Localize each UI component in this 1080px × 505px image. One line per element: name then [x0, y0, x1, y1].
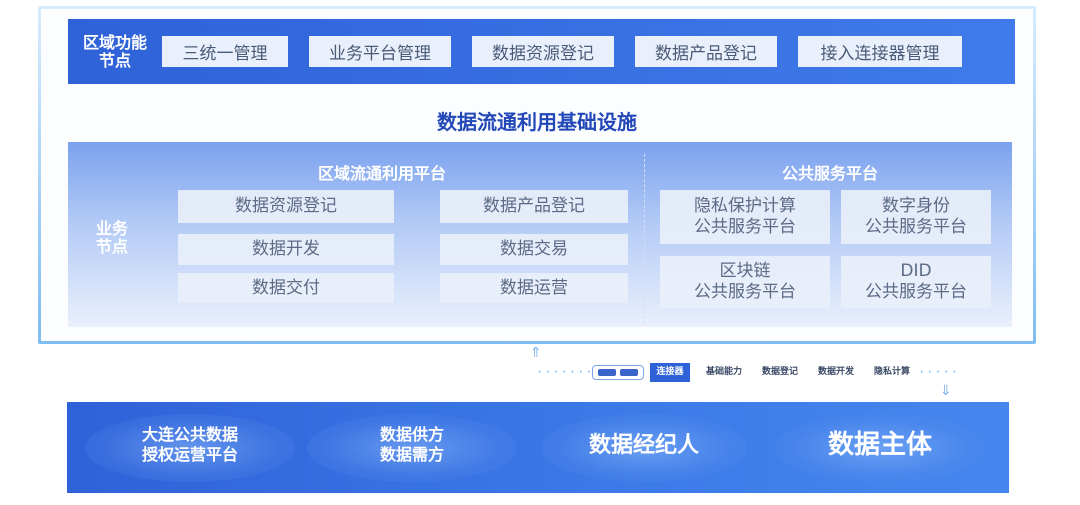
tag-data-registration: 数据登记 — [761, 367, 798, 377]
participant-data-supplier-demander: 数据供方 数据需方 — [379, 425, 444, 464]
region-item-business-platform: 业务平台管理 — [309, 36, 451, 67]
section-divider — [644, 154, 645, 324]
region-node-label: 区域功能 节点 — [82, 32, 147, 70]
tag-connector: 连接器 — [650, 363, 690, 382]
region-item-data-product-registration: 数据产品登记 — [635, 36, 777, 67]
cell-blockchain-platform: 区块链 公共服务平台 — [660, 256, 830, 308]
cell-privacy-computing-platform: 隐私保护计算 公共服务平台 — [660, 190, 830, 244]
participant-data-broker: 数据经纪人 — [588, 433, 699, 458]
cell-data-product-registration: 数据产品登记 — [440, 190, 628, 223]
dotted-line-right: ····· — [918, 365, 960, 379]
business-node-panel: 业务 节点 区域流通利用平台 数据资源登记 数据产品登记 数据开发 数据交易 数… — [68, 142, 1012, 327]
tag-basic-capability: 基础能力 — [705, 367, 742, 377]
cell-data-resource-registration: 数据资源登记 — [178, 190, 394, 223]
region-item-data-resource-registration: 数据资源登记 — [472, 36, 614, 67]
cell-data-trading: 数据交易 — [440, 234, 628, 265]
cell-digital-identity-platform: 数字身份 公共服务平台 — [841, 190, 991, 244]
participant-dalian-public-data-platform: 大连公共数据 授权运营平台 — [141, 425, 238, 464]
region-function-node-bar: 区域功能 节点 三统一管理 业务平台管理 数据资源登记 数据产品登记 接入连接器… — [68, 19, 1015, 84]
connector-device-icon — [592, 365, 644, 380]
tag-data-development: 数据开发 — [817, 367, 854, 377]
cell-data-development: 数据开发 — [178, 234, 394, 265]
cell-data-operations: 数据运营 — [440, 273, 628, 303]
infrastructure-frame: 区域功能 节点 三统一管理 业务平台管理 数据资源登记 数据产品登记 接入连接器… — [38, 6, 1036, 344]
cell-data-delivery: 数据交付 — [178, 273, 394, 303]
infrastructure-panel: 区域功能 节点 三统一管理 业务平台管理 数据资源登记 数据产品登记 接入连接器… — [41, 9, 1033, 341]
up-arrow-icon: ⇑ — [530, 345, 542, 361]
public-service-platform-title: 公共服务平台 — [782, 164, 879, 183]
regional-platform-title: 区域流通利用平台 — [318, 164, 447, 183]
down-arrow-icon: ⇓ — [940, 383, 952, 399]
infrastructure-title: 数据流通利用基础设施 — [437, 110, 637, 134]
region-item-unified-management: 三统一管理 — [162, 36, 288, 67]
tag-privacy-computing: 隐私计算 — [873, 367, 910, 377]
region-item-connector-management: 接入连接器管理 — [798, 36, 962, 67]
connector-link: ⇑ ········· 连接器 基础能力 数据登记 数据开发 隐私计算 ····… — [530, 346, 970, 402]
cell-did-platform: DID 公共服务平台 — [841, 256, 991, 308]
business-node-label: 业务 节点 — [96, 219, 129, 256]
participants-bar: 大连公共数据 授权运营平台 数据供方 数据需方 数据经纪人 数据主体 — [67, 402, 1009, 493]
participant-data-subject: 数据主体 — [827, 430, 932, 460]
